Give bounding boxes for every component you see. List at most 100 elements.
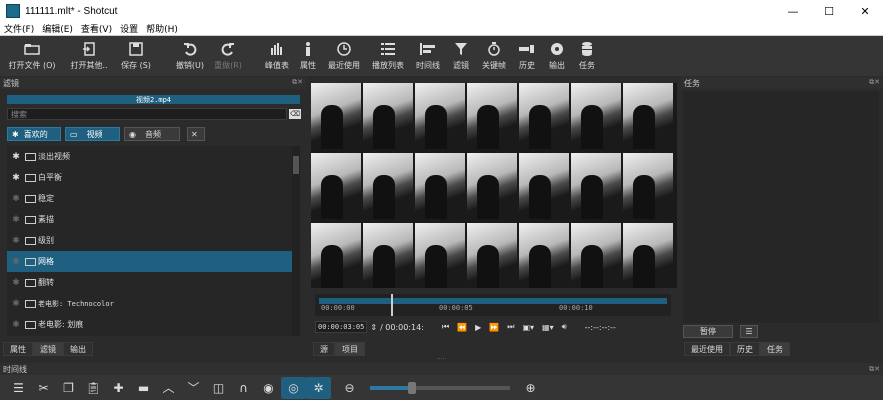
- menu-view[interactable]: 查看(V): [77, 22, 116, 35]
- monitor-icon: [25, 299, 36, 308]
- tab-properties[interactable]: 属性: [3, 342, 33, 356]
- playhead[interactable]: [391, 294, 393, 316]
- zoom-menu-icon[interactable]: ▣▾: [522, 323, 534, 332]
- in-out-time: --:--:--:--: [584, 322, 616, 332]
- filter-item-selected[interactable]: ✱ 网格: [7, 251, 292, 272]
- favorite-star-icon[interactable]: ✱: [7, 215, 25, 225]
- recent-button[interactable]: 最近使用: [322, 40, 366, 74]
- undo-button[interactable]: 撤销(U): [172, 40, 208, 74]
- keyframes-button[interactable]: 关键帧: [476, 40, 512, 74]
- player-ruler[interactable]: 00:00:00 00:00:05 00:00:10: [315, 294, 671, 316]
- ripple-icon[interactable]: ◎: [281, 376, 306, 399]
- favorite-star-icon[interactable]: ✱: [7, 152, 25, 162]
- append-icon[interactable]: ✚: [106, 377, 131, 399]
- save-button[interactable]: 保存 (S): [114, 40, 158, 74]
- category-favorites[interactable]: ✱ 喜欢的: [7, 127, 61, 141]
- spinner-icon[interactable]: ⇕: [370, 323, 377, 332]
- filters-panel-title: 滤镜: [3, 78, 19, 88]
- tab-filters[interactable]: 滤镜: [33, 342, 63, 356]
- filter-list-scrollbar[interactable]: [292, 146, 300, 336]
- tab-jobs[interactable]: 任务: [760, 342, 790, 356]
- menu-edit[interactable]: 编辑(E): [38, 22, 77, 35]
- jobs-menu-button[interactable]: ☰: [740, 325, 758, 338]
- fast-forward-icon[interactable]: ⏩: [489, 323, 499, 332]
- clear-search-icon[interactable]: ⌫: [289, 109, 301, 119]
- copy-icon[interactable]: ❐: [56, 377, 81, 399]
- tab-source[interactable]: 源: [313, 342, 335, 356]
- category-video[interactable]: ▭ 视频: [65, 127, 120, 141]
- favorite-star-icon[interactable]: ✱: [7, 194, 25, 204]
- minimize-button[interactable]: —: [775, 0, 811, 22]
- float-close-icon[interactable]: ⧉✕: [869, 365, 880, 374]
- tab-recent[interactable]: 最近使用: [684, 342, 730, 356]
- filter-item[interactable]: ✱ 白平衡: [7, 167, 292, 188]
- filter-item[interactable]: ✱ 级别: [7, 230, 292, 251]
- close-button[interactable]: ✕: [847, 0, 883, 22]
- remove-icon[interactable]: ▬: [131, 377, 156, 399]
- lift-icon[interactable]: ︿: [156, 377, 181, 399]
- filter-item[interactable]: ✱ 老电影: 划痕: [7, 314, 292, 335]
- skip-previous-icon[interactable]: ⏮: [442, 322, 449, 332]
- properties-button[interactable]: 属性: [294, 40, 322, 74]
- remove-filter-button[interactable]: ✕: [187, 127, 205, 141]
- open-file-button[interactable]: 打开文件 (O): [0, 40, 64, 74]
- playlist-button[interactable]: 播放列表: [366, 40, 410, 74]
- favorite-star-icon[interactable]: ✱: [7, 278, 25, 288]
- category-video-label: 视频: [86, 129, 103, 139]
- tab-export[interactable]: 输出: [63, 342, 93, 356]
- favorite-star-icon[interactable]: ✱: [7, 257, 25, 267]
- filter-item[interactable]: ✱ 稳定: [7, 188, 292, 209]
- filter-item[interactable]: ✱ 淡出视频: [7, 146, 292, 167]
- menu-file[interactable]: 文件(F): [0, 22, 38, 35]
- filter-item[interactable]: ✱ 素描: [7, 209, 292, 230]
- ripple-all-icon[interactable]: ✲: [306, 376, 331, 399]
- monitor-icon: [25, 236, 36, 245]
- current-time-field[interactable]: 00:00:03:05: [315, 321, 368, 333]
- menu-help[interactable]: 帮助(H): [142, 22, 182, 35]
- filters-button[interactable]: 滤镜: [446, 40, 476, 74]
- peak-meter-button[interactable]: 峰值表: [260, 40, 294, 74]
- redo-button[interactable]: 重做(R): [208, 40, 248, 74]
- scrollbar-thumb[interactable]: [293, 156, 299, 174]
- split-icon[interactable]: ◫: [206, 377, 231, 399]
- export-button[interactable]: 输出: [542, 40, 572, 74]
- filter-item[interactable]: ✱ 翻转: [7, 272, 292, 293]
- favorite-star-icon[interactable]: ✱: [7, 173, 25, 183]
- history-button[interactable]: 历史: [512, 40, 542, 74]
- zoom-out-icon[interactable]: ⊖: [337, 377, 362, 399]
- menu-settings[interactable]: 设置: [116, 22, 142, 35]
- favorite-star-icon[interactable]: ✱: [7, 236, 25, 246]
- tab-history[interactable]: 历史: [730, 342, 760, 356]
- filter-item[interactable]: ✱ 老电影: Technocolor: [7, 293, 292, 314]
- tab-project[interactable]: 项目: [335, 342, 365, 356]
- pause-button[interactable]: 暂停: [683, 325, 733, 338]
- video-preview[interactable]: [311, 83, 677, 288]
- float-close-icon[interactable]: ⧉✕: [292, 78, 303, 87]
- open-other-button[interactable]: 打开其他..: [64, 40, 114, 74]
- overwrite-icon[interactable]: ﹀: [181, 377, 206, 399]
- skip-next-icon[interactable]: ⏭: [507, 322, 514, 332]
- favorite-star-icon[interactable]: ✱: [7, 299, 25, 309]
- jobs-button[interactable]: 任务: [572, 40, 602, 74]
- category-audio[interactable]: ◉ 音频: [124, 127, 180, 141]
- zoom-slider-knob[interactable]: [408, 381, 416, 394]
- cut-icon[interactable]: ✂: [31, 377, 56, 399]
- monitor-icon: [25, 194, 36, 203]
- rewind-icon[interactable]: ⏪: [457, 323, 467, 332]
- zoom-slider[interactable]: [370, 381, 510, 394]
- play-icon[interactable]: ▶: [475, 323, 481, 332]
- grid-menu-icon[interactable]: ▦▾: [542, 323, 554, 332]
- menu-icon[interactable]: ☰: [6, 377, 31, 399]
- timeline-panel-header: 时间线 ⧉✕: [0, 363, 883, 375]
- float-close-icon[interactable]: ⧉✕: [869, 78, 880, 87]
- jobs-panel-title: 任务: [684, 78, 700, 88]
- maximize-button[interactable]: ☐: [811, 0, 847, 22]
- zoom-in-icon[interactable]: ⊕: [518, 377, 543, 399]
- favorite-star-icon[interactable]: ✱: [7, 320, 25, 330]
- scrub-eye-icon[interactable]: ◉: [256, 377, 281, 399]
- filter-search-input[interactable]: 搜索: [7, 108, 287, 120]
- paste-icon[interactable]: 📋︎: [81, 377, 106, 399]
- snap-magnet-icon[interactable]: ∩: [231, 377, 256, 399]
- volume-icon[interactable]: 🔊︎: [562, 322, 567, 332]
- timeline-button[interactable]: 时间线: [410, 40, 446, 74]
